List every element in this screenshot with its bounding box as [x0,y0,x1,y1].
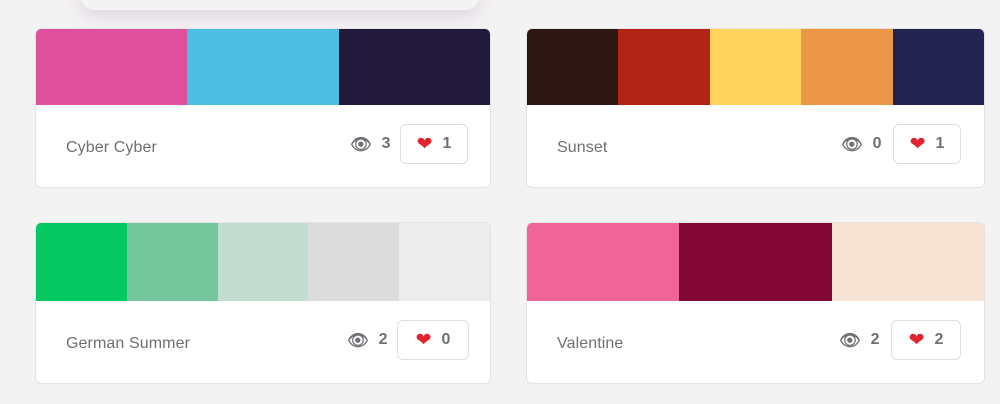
eye-icon: 👁 [347,330,369,350]
color-swatch[interactable] [217,223,309,301]
like-button[interactable]: ❤ 1 [893,124,961,164]
eye-icon: 👁 [839,330,861,350]
color-swatch[interactable] [308,223,400,301]
color-swatch[interactable] [126,223,218,301]
view-count-value: 2 [378,331,388,348]
palette-footer: Valentine 👁 2 ❤ 2 [527,301,984,383]
header-shadow [80,0,480,10]
palette-name: Valentine [557,335,624,352]
like-button[interactable]: ❤ 0 [397,320,469,360]
color-swatch[interactable] [831,223,984,301]
view-count: 👁 2 [347,331,388,349]
palette-card[interactable]: Valentine 👁 2 ❤ 2 [526,222,985,384]
palette-card[interactable]: Cyber Cyber 👁 3 ❤ 1 [35,28,491,188]
palette-name: German Summer [66,335,190,352]
like-count: 1 [935,135,945,152]
heart-icon: ❤ [908,329,925,351]
palette-footer: Sunset 👁 0 ❤ 1 [527,105,984,187]
eye-icon: 👁 [350,134,372,154]
like-count: 0 [441,331,451,348]
heart-icon: ❤ [416,133,433,155]
palette-footer: German Summer 👁 2 ❤ 0 [36,301,490,383]
view-count: 👁 2 [839,331,880,349]
view-count: 👁 3 [350,135,391,153]
color-swatch[interactable] [36,29,188,105]
palette-swatches [36,29,490,105]
palette-name: Sunset [557,139,608,156]
color-swatch[interactable] [801,29,893,105]
view-count: 👁 0 [841,135,882,153]
color-swatch[interactable] [892,29,984,105]
color-swatch[interactable] [679,223,832,301]
like-count: 1 [442,135,452,152]
view-count-value: 3 [381,135,391,152]
color-swatch[interactable] [187,29,339,105]
palette-swatches [527,223,984,301]
like-button[interactable]: ❤ 1 [400,124,468,164]
palette-card[interactable]: German Summer 👁 2 ❤ 0 [35,222,491,384]
color-swatch[interactable] [338,29,490,105]
color-swatch[interactable] [527,223,680,301]
palette-card[interactable]: Sunset 👁 0 ❤ 1 [526,28,985,188]
like-count: 2 [934,331,944,348]
view-count-value: 0 [872,135,882,152]
heart-icon: ❤ [909,133,926,155]
eye-icon: 👁 [841,134,863,154]
like-button[interactable]: ❤ 2 [891,320,961,360]
palette-swatches [527,29,984,105]
palette-name: Cyber Cyber [66,139,157,156]
view-count-value: 2 [870,331,880,348]
heart-icon: ❤ [415,329,432,351]
color-swatch[interactable] [399,223,490,301]
palette-swatches [36,223,490,301]
color-swatch[interactable] [527,29,619,105]
color-swatch[interactable] [618,29,710,105]
palette-footer: Cyber Cyber 👁 3 ❤ 1 [36,105,490,187]
color-swatch[interactable] [36,223,127,301]
color-swatch[interactable] [709,29,802,105]
